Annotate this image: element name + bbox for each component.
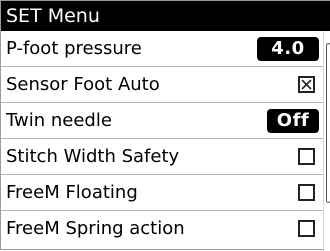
sensor-foot-auto-checkbox[interactable] <box>298 76 315 93</box>
settings-list: P-foot pressure 4.0 Sensor Foot Auto Twi… <box>1 31 323 251</box>
setting-row-freem-spring-action[interactable]: FreeM Spring action <box>1 211 323 247</box>
twin-needle-value[interactable]: Off <box>267 109 319 133</box>
setting-row-stitch-width-safety[interactable]: Stitch Width Safety <box>1 139 323 175</box>
checkmark-x-icon <box>301 79 312 90</box>
setting-row-sensor-foot-auto[interactable]: Sensor Foot Auto <box>1 67 323 103</box>
setting-row-freem-floating[interactable]: FreeM Floating <box>1 175 323 211</box>
scrollbar[interactable] <box>323 31 330 251</box>
setting-row-twin-needle[interactable]: Twin needle Off <box>1 103 323 139</box>
freem-spring-action-checkbox[interactable] <box>298 220 315 237</box>
stitch-width-safety-checkbox[interactable] <box>298 148 315 165</box>
set-menu-screen: SET Menu P-foot pressure 4.0 Sensor Foot… <box>0 0 330 251</box>
setting-label: FreeM Spring action <box>6 218 185 239</box>
menu-title: SET Menu <box>1 1 330 31</box>
setting-label: FreeM Floating <box>6 182 138 203</box>
setting-label: Stitch Width Safety <box>6 146 180 167</box>
freem-floating-checkbox[interactable] <box>298 184 315 201</box>
setting-row-p-foot-pressure[interactable]: P-foot pressure 4.0 <box>1 31 323 67</box>
scrollbar-thumb[interactable] <box>326 43 330 203</box>
setting-label: Sensor Foot Auto <box>6 74 160 95</box>
setting-label: Twin needle <box>6 110 112 131</box>
setting-label: P-foot pressure <box>6 38 142 59</box>
p-foot-pressure-value[interactable]: 4.0 <box>257 37 319 61</box>
